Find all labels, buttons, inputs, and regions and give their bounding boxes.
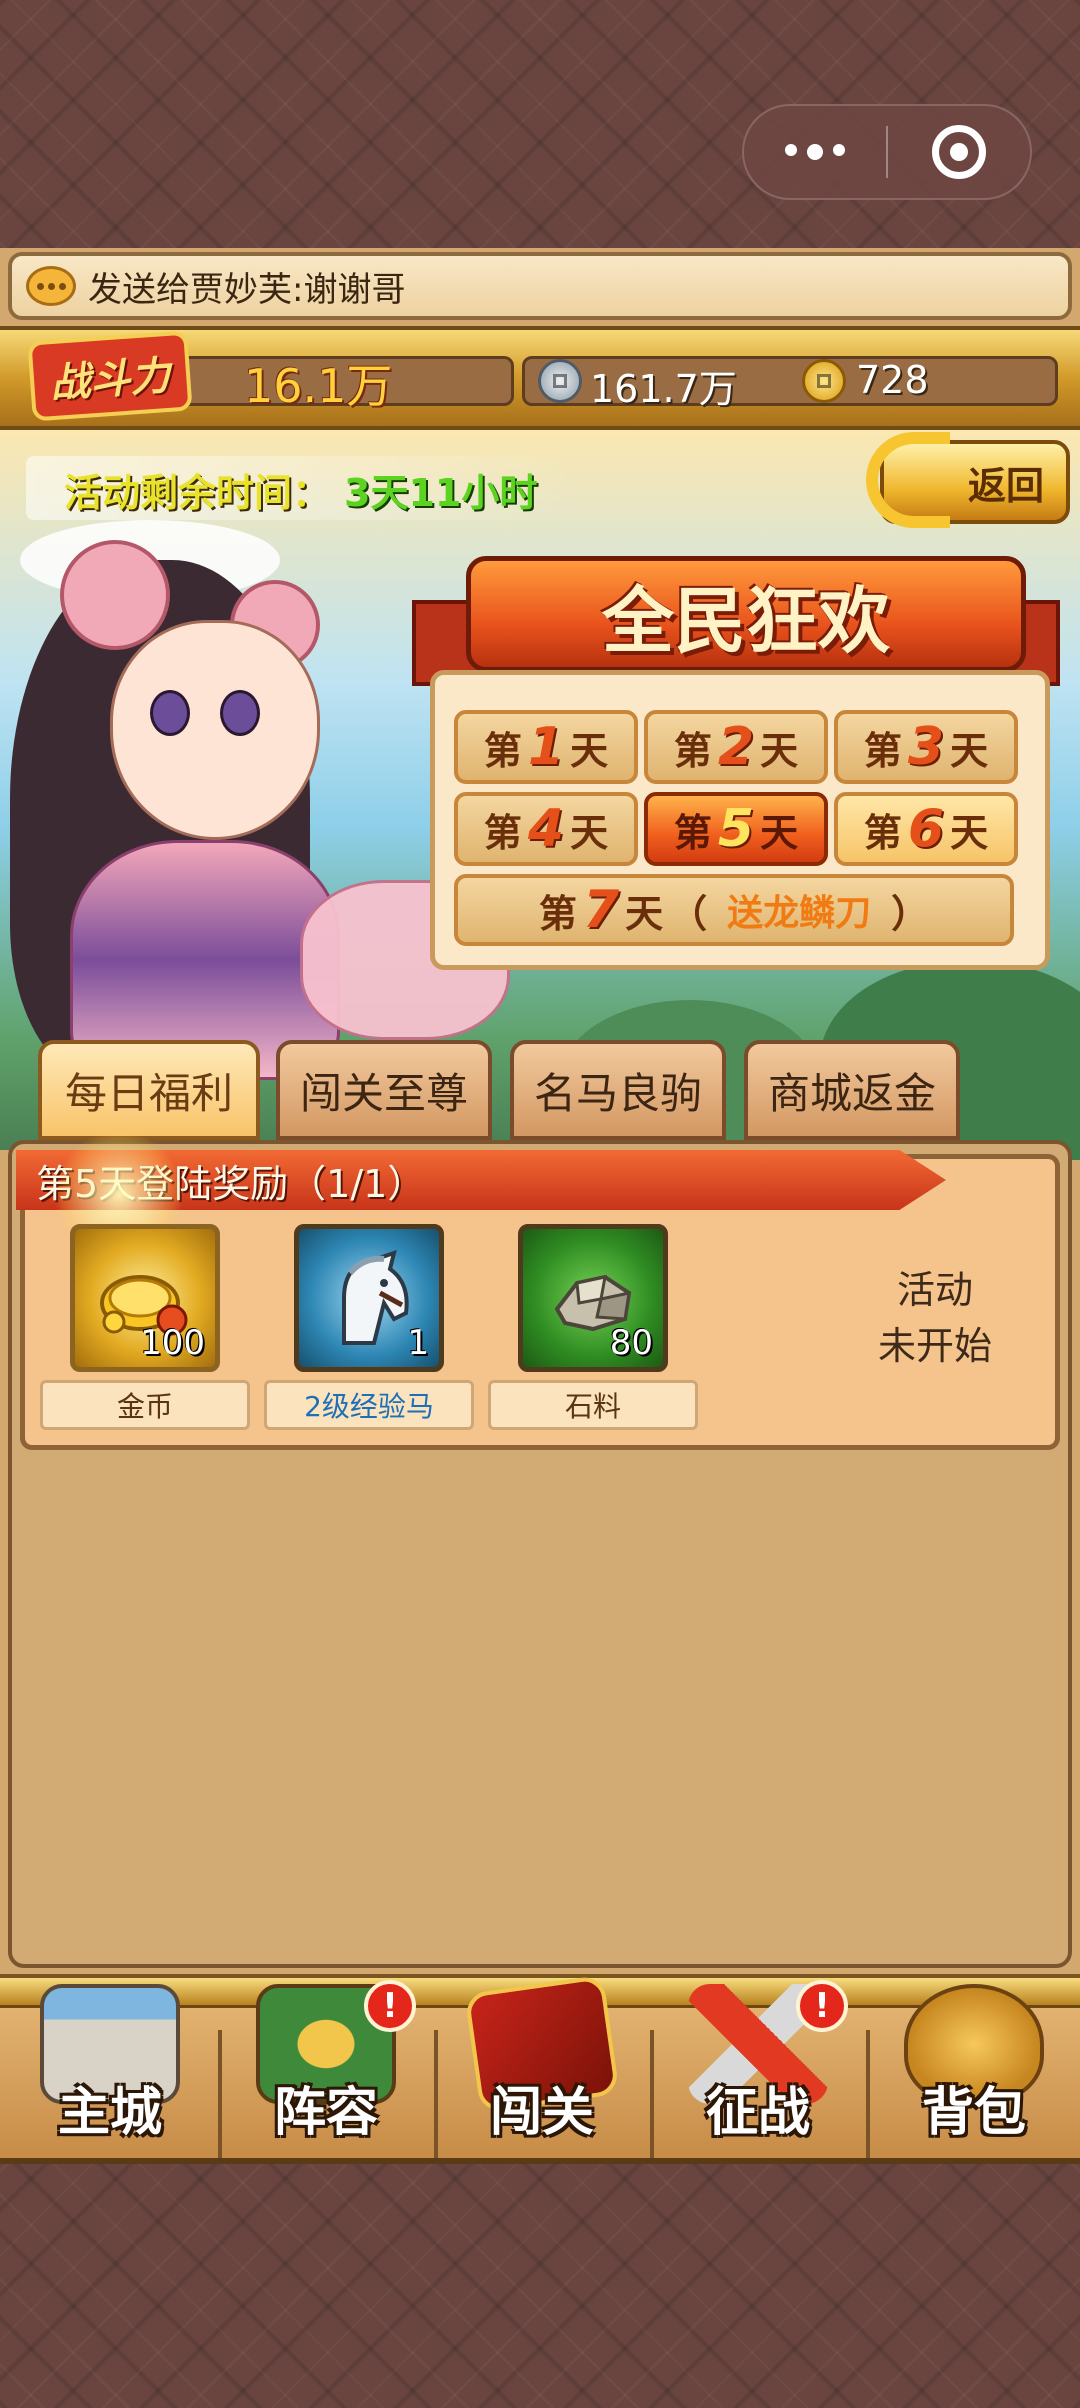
status-line-1: 活动 bbox=[896, 1268, 973, 1312]
silver-coin-icon bbox=[538, 359, 582, 403]
alert-badge: ! bbox=[364, 1980, 416, 2032]
gold-coin-icon bbox=[802, 359, 846, 403]
day-number: 6 bbox=[907, 799, 945, 859]
day-number: 3 bbox=[907, 717, 945, 777]
day-prefix: 第 bbox=[538, 891, 577, 936]
item-name: 2级经验马 bbox=[304, 1390, 434, 1423]
day-number: 4 bbox=[527, 799, 565, 859]
tab-label: 闯关至尊 bbox=[299, 1068, 468, 1118]
silver-value: 161.7万 bbox=[590, 367, 737, 411]
nav-backpack[interactable]: 背包 bbox=[866, 1980, 1080, 2160]
close-target-icon[interactable] bbox=[888, 125, 1030, 179]
day-prefix: 第 bbox=[483, 810, 522, 855]
day-suffix: 天 bbox=[760, 810, 799, 855]
miniprogram-capsule bbox=[742, 104, 1032, 200]
day-button-1[interactable]: 第1天 bbox=[454, 710, 638, 784]
day-suffix: 天 bbox=[950, 810, 989, 855]
tab-mall-rebate[interactable]: 商城返金 bbox=[744, 1040, 960, 1140]
tab-label: 每日福利 bbox=[64, 1068, 233, 1118]
nav-main-city[interactable]: 主城 bbox=[2, 1980, 218, 2160]
item-name: 金币 bbox=[116, 1390, 173, 1423]
tab-level-challenge[interactable]: 闯关至尊 bbox=[276, 1040, 492, 1140]
reward-status: 活动 未开始 bbox=[860, 1262, 1010, 1374]
chat-message: 发送给贾妙芙:谢谢哥 bbox=[88, 269, 406, 310]
nav-campaign[interactable]: ! 征战 bbox=[650, 1980, 866, 2160]
power-value: 16.1万 bbox=[244, 359, 393, 413]
day-button-3[interactable]: 第3天 bbox=[834, 710, 1018, 784]
day-suffix: 天 bbox=[570, 728, 609, 773]
day-button-2[interactable]: 第2天 bbox=[644, 710, 828, 784]
day-button-6[interactable]: 第6天 bbox=[834, 792, 1018, 866]
paren-open: （ bbox=[669, 891, 708, 936]
alert-badge: ! bbox=[796, 1980, 848, 2032]
day-button-7[interactable]: 第 7 天（ 送龙鳞刀 ） bbox=[454, 874, 1014, 946]
nav-label: 阵容 bbox=[273, 2083, 378, 2143]
day-prefix: 第 bbox=[673, 810, 712, 855]
reward-item-gold[interactable]: 100 bbox=[70, 1224, 220, 1372]
reward-item-horse[interactable]: 1 bbox=[294, 1224, 444, 1372]
event-title: 全民狂欢 bbox=[466, 556, 1026, 672]
day-suffix: 天 bbox=[760, 728, 799, 773]
day-prefix: 第 bbox=[863, 728, 902, 773]
day-prefix: 第 bbox=[483, 728, 522, 773]
item-name: 石料 bbox=[564, 1390, 621, 1423]
nav-label: 背包 bbox=[921, 2083, 1026, 2143]
nav-label: 主城 bbox=[57, 2083, 162, 2143]
character-hair-bun bbox=[60, 540, 170, 650]
character-eye bbox=[150, 690, 190, 736]
item-count: 100 bbox=[140, 1323, 205, 1363]
day-number: 2 bbox=[717, 717, 755, 777]
nav-challenge[interactable]: 闯关 bbox=[434, 1974, 650, 2160]
item-count: 1 bbox=[407, 1323, 429, 1363]
day-button-4[interactable]: 第4天 bbox=[454, 792, 638, 866]
day7-reward: 送龙鳞刀 bbox=[727, 893, 872, 934]
tab-daily-welfare[interactable]: 每日福利 bbox=[38, 1040, 260, 1140]
back-button-label: 返回 bbox=[967, 463, 1044, 508]
day-prefix: 第 bbox=[863, 810, 902, 855]
nav-label: 征战 bbox=[705, 2083, 810, 2143]
tab-label: 商城返金 bbox=[767, 1068, 936, 1118]
remaining-time-label: 活动剩余时间： bbox=[64, 471, 331, 515]
gold-value: 728 bbox=[856, 358, 929, 402]
status-line-2: 未开始 bbox=[877, 1324, 992, 1368]
day-prefix: 第 bbox=[673, 728, 712, 773]
nav-label: 闯关 bbox=[489, 2083, 594, 2143]
power-badge: 战斗力 bbox=[27, 330, 193, 422]
item-name-label: 石料 bbox=[488, 1380, 698, 1430]
nav-formation[interactable]: ! 阵容 bbox=[218, 1980, 434, 2160]
item-name-label: 2级经验马 bbox=[264, 1380, 474, 1430]
day-suffix: 天 bbox=[950, 728, 989, 773]
paren-close: ） bbox=[891, 891, 930, 936]
day-number: 5 bbox=[717, 799, 755, 859]
day-number: 7 bbox=[582, 880, 620, 940]
character-eye bbox=[220, 690, 260, 736]
day-suffix: 天 bbox=[625, 891, 664, 936]
remaining-time-value: 3天11小时 bbox=[344, 471, 538, 515]
chat-bubble-icon bbox=[26, 266, 76, 306]
item-count: 80 bbox=[609, 1323, 653, 1363]
item-name-label: 金币 bbox=[40, 1380, 250, 1430]
tab-label: 名马良驹 bbox=[533, 1068, 702, 1118]
character-face bbox=[110, 620, 320, 840]
day-button-5[interactable]: 第5天 bbox=[644, 792, 828, 866]
day-number: 1 bbox=[527, 717, 565, 777]
reward-item-stone[interactable]: 80 bbox=[518, 1224, 668, 1372]
chat-ticker[interactable]: 发送给贾妙芙:谢谢哥 bbox=[8, 252, 1072, 320]
day-suffix: 天 bbox=[570, 810, 609, 855]
tab-fine-horses[interactable]: 名马良驹 bbox=[510, 1040, 726, 1140]
more-dots-icon[interactable] bbox=[744, 144, 886, 160]
